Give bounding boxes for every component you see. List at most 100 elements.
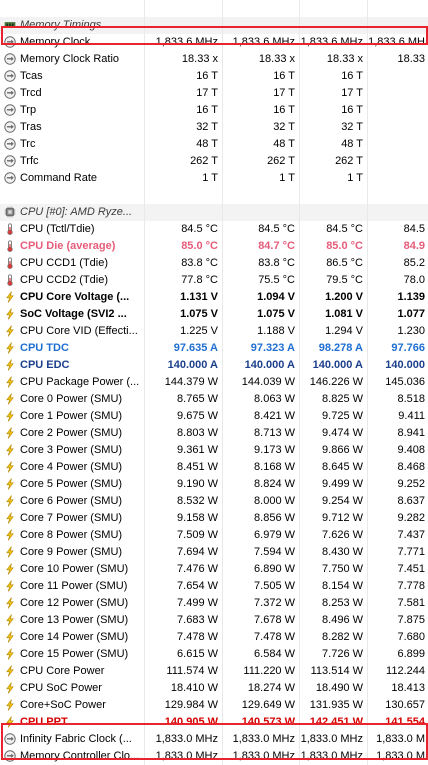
sensor-row[interactable]: CPU Package Power (... 144.379 W 144.039 W… (0, 374, 428, 391)
sensor-row[interactable]: Tcas 16 T 16 T 16 T (0, 68, 428, 85)
maximum-value-cell: 8.282 W (300, 629, 368, 646)
sensor-name-cell: Core 8 Power (SMU) (0, 527, 145, 544)
minimum-value-cell: 97.323 A (223, 340, 300, 357)
lightning-icon (4, 307, 16, 320)
sensor-row[interactable]: Core 7 Power (SMU) 9.158 W 8.856 W 9.712 W 9… (0, 510, 428, 527)
sensor-label: Command Rate (20, 172, 98, 184)
sensor-name-cell: Memory Clock (0, 34, 145, 51)
sensor-row[interactable]: Memory Clock Ratio 18.33 x 18.33 x 18.33 x1… (0, 51, 428, 68)
maximum-value-cell: 146.226 W (300, 374, 368, 391)
section-header-row[interactable]: CPU [#0]: AMD Ryze... (0, 204, 428, 221)
sensor-label: Core+SoC Power (20, 699, 106, 711)
current-value-cell: 8.803 W (145, 425, 223, 442)
maximum-value-cell (300, 17, 368, 34)
sensor-row[interactable]: Memory Clock 1,833.6 MHz 1,833.6 MHz 1,833.… (0, 34, 428, 51)
current-value-cell: 8.532 W (145, 493, 223, 510)
sensor-row[interactable]: Command Rate 1 T1 T1 T (0, 170, 428, 187)
sensor-row[interactable]: Core 1 Power (SMU) 9.675 W 8.421 W 9.725 W 9… (0, 408, 428, 425)
sensor-label: Core 8 Power (SMU) (20, 529, 123, 541)
sensor-row[interactable]: Trp 16 T 16 T 16 T (0, 102, 428, 119)
sensor-row[interactable]: Core 6 Power (SMU) 8.532 W 8.000 W 9.254 W 8… (0, 493, 428, 510)
sensor-row[interactable]: Trfc 262 T 262 T 262 T (0, 153, 428, 170)
sensor-row[interactable]: CPU TDC 97.635 A 97.323 A 98.278 A 97.766 (0, 340, 428, 357)
sensor-name-cell (0, 187, 145, 204)
minimum-value-cell (223, 204, 300, 221)
maximum-value-cell: 1.294 V (300, 323, 368, 340)
sensor-name-cell: Core 2 Power (SMU) (0, 425, 145, 442)
current-value-cell: 1.225 V (145, 323, 223, 340)
sensor-label: Core 14 Power (SMU) (20, 631, 129, 643)
current-value-cell: 7.683 W (145, 612, 223, 629)
sensor-row[interactable]: Core 8 Power (SMU) 7.509 W 6.979 W 7.626 W 7… (0, 527, 428, 544)
sensor-row[interactable]: Core 3 Power (SMU) 9.361 W 9.173 W 9.866 W 9… (0, 442, 428, 459)
maximum-value-cell: 32 T (300, 119, 368, 136)
sensor-row[interactable]: Trc 48 T 48 T 48 T (0, 136, 428, 153)
maximum-value-cell: 8.430 W (300, 544, 368, 561)
sensor-row[interactable]: Core 5 Power (SMU) 9.190 W 8.824 W 9.499 W 9… (0, 476, 428, 493)
current-value-cell: 140.905 W (145, 714, 223, 731)
sensor-label: Memory Clock (20, 36, 91, 48)
sensor-row[interactable]: Core 14 Power (SMU) 7.478 W 7.478 W 8.282 W… (0, 629, 428, 646)
sensor-label: CPU CCD2 (Tdie) (20, 274, 109, 286)
lightning-icon (4, 460, 16, 473)
sensor-row[interactable]: Core 11 Power (SMU) 7.654 W 7.505 W 8.154 W… (0, 578, 428, 595)
sensor-label: Core 15 Power (SMU) (20, 648, 129, 660)
clock-icon (4, 137, 16, 150)
sensor-row[interactable]: CPU EDC 140.000 A 140.000 A 140.000 A 140.00… (0, 357, 428, 374)
sensor-row[interactable]: CPU CCD1 (Tdie) 83.8 °C 83.8 °C 86.5 °C 85.2 (0, 255, 428, 272)
sensor-row[interactable]: SoC Voltage (SVI2 ... 1.075 V 1.075 V 1.081… (0, 306, 428, 323)
current-value-cell: 140.000 A (145, 357, 223, 374)
current-value-cell: 17 T (145, 85, 223, 102)
lightning-icon (4, 596, 16, 609)
average-value-cell (368, 85, 428, 102)
minimum-value-cell: 84.5 °C (223, 221, 300, 238)
sensor-row[interactable]: CPU Core Voltage (... 1.131 V 1.094 V 1.200… (0, 289, 428, 306)
lightning-icon (4, 494, 16, 507)
section-header-row[interactable]: Memory Timings (0, 17, 428, 34)
minimum-value-cell: 75.5 °C (223, 272, 300, 289)
sensor-row[interactable]: Core 2 Power (SMU) 8.803 W 8.713 W 9.474 W 8… (0, 425, 428, 442)
sensor-row[interactable]: Core 15 Power (SMU) 6.615 W 6.584 W 7.726 W… (0, 646, 428, 663)
average-value-cell (368, 170, 428, 187)
sensor-row[interactable]: CPU Die (average) 85.0 °C 84.7 °C 85.0 °C 84… (0, 238, 428, 255)
sensor-label: Memory Timings (20, 19, 102, 31)
average-value-cell: 85.2 (403, 257, 425, 269)
sensor-row[interactable]: Infinity Fabric Clock (... 1,833.0 MHz 1,8… (0, 731, 428, 748)
average-value-cell (368, 68, 428, 85)
sensor-row[interactable]: CPU PPT 140.905 W 140.573 W 142.451 W 141.55… (0, 714, 428, 731)
sensor-row[interactable]: Core 12 Power (SMU) 7.499 W 7.372 W 8.253 W… (0, 595, 428, 612)
average-value-cell: 7.451 (397, 563, 425, 575)
sensor-row[interactable]: Core+SoC Power 129.984 W 129.649 W 131.935 … (0, 697, 428, 714)
minimum-value-cell: 1,833.0 MHz (223, 748, 300, 765)
average-value-cell: 7.437 (397, 529, 425, 541)
sensor-row[interactable]: Core 9 Power (SMU) 7.694 W 7.594 W 8.430 W 7… (0, 544, 428, 561)
lightning-icon (4, 426, 16, 439)
sensor-row[interactable]: Core 4 Power (SMU) 8.451 W 8.168 W 8.645 W 8… (0, 459, 428, 476)
sensor-label: Core 7 Power (SMU) (20, 512, 123, 524)
lightning-icon (4, 409, 16, 422)
average-value-cell (368, 102, 428, 119)
sensor-row[interactable]: CPU Core VID (Effecti... 1.225 V 1.188 V 1.… (0, 323, 428, 340)
sensor-row[interactable]: CPU Core Power 111.574 W 111.220 W 113.514 … (0, 663, 428, 680)
sensor-row[interactable]: Core 13 Power (SMU) 7.683 W 7.678 W 8.496 W… (0, 612, 428, 629)
thermometer-icon (4, 256, 16, 269)
sensor-row[interactable]: Tras 32 T 32 T 32 T (0, 119, 428, 136)
current-value-cell: 9.190 W (145, 476, 223, 493)
current-value-cell: 9.675 W (145, 408, 223, 425)
sensor-row[interactable]: CPU CCD2 (Tdie) 77.8 °C 75.5 °C 79.5 °C 78.0 (0, 272, 428, 289)
sensor-row[interactable]: CPU (Tctl/Tdie) 84.5 °C 84.5 °C 84.5 °C 84.5 (0, 221, 428, 238)
average-value-cell: 8.468 (397, 461, 425, 473)
minimum-value-cell: 7.594 W (223, 544, 300, 561)
blank-row (0, 0, 428, 17)
minimum-value-cell: 7.505 W (223, 578, 300, 595)
sensor-row[interactable]: Trcd 17 T 17 T 17 T (0, 85, 428, 102)
sensor-row[interactable]: Core 10 Power (SMU) 7.476 W 6.890 W 7.750 W… (0, 561, 428, 578)
sensor-name-cell: Core 4 Power (SMU) (0, 459, 145, 476)
average-value-cell: 7.875 (397, 614, 425, 626)
sensor-row[interactable]: Memory Controller Clo... 1,833.0 MHz 1,833… (0, 748, 428, 765)
sensor-name-cell: SoC Voltage (SVI2 ... (0, 306, 145, 323)
sensor-name-cell: Command Rate (0, 170, 145, 187)
lightning-icon (4, 443, 16, 456)
sensor-row[interactable]: CPU SoC Power 18.410 W 18.274 W 18.490 W 18.… (0, 680, 428, 697)
sensor-row[interactable]: Core 0 Power (SMU) 8.765 W 8.063 W 8.825 W 8… (0, 391, 428, 408)
